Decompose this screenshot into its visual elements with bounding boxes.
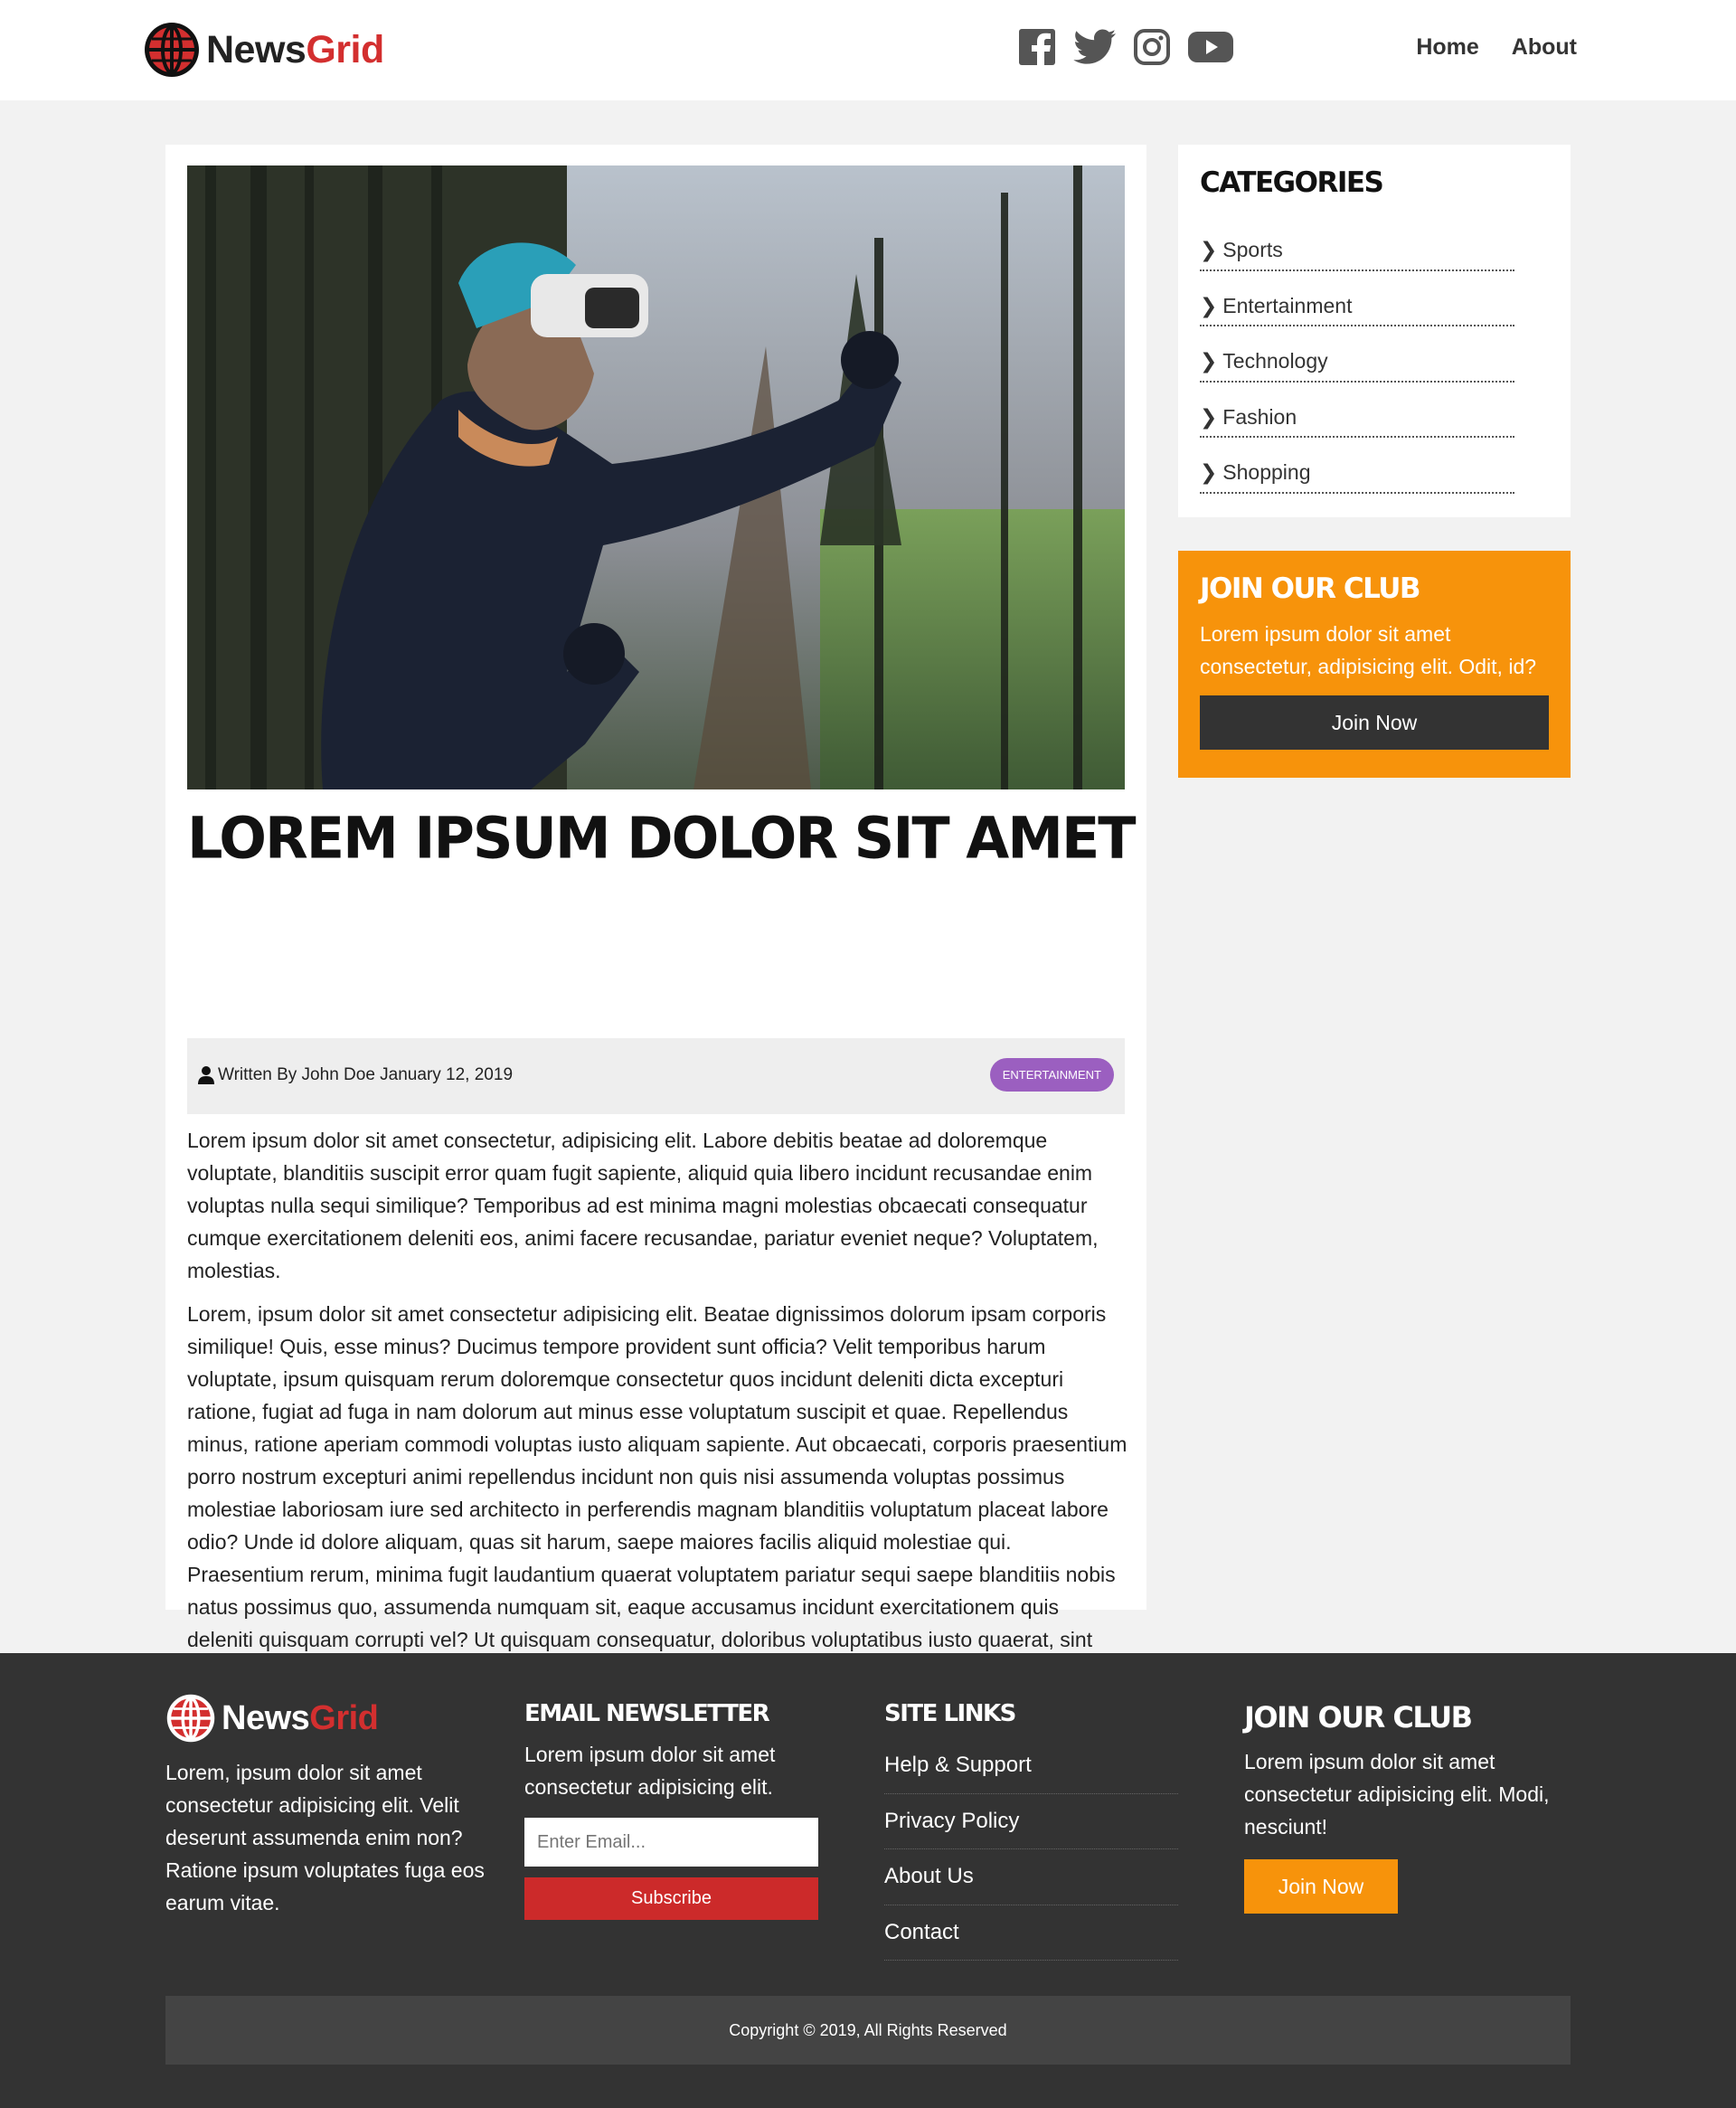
brand-name: NewsGrid	[206, 28, 384, 72]
youtube-icon[interactable]	[1187, 30, 1234, 64]
copyright-bar: Copyright © 2019, All Rights Reserved	[165, 1996, 1571, 2065]
globe-logo-icon	[166, 1694, 215, 1743]
club-heading: Join Our Club	[1200, 572, 1421, 605]
brand-part-grid: Grid	[306, 27, 384, 71]
category-label: Fashion	[1222, 404, 1297, 429]
join-now-button[interactable]: Join Now	[1200, 695, 1549, 750]
user-icon	[198, 1066, 214, 1084]
category-tag[interactable]: Entertainment	[989, 1058, 1114, 1092]
brand-part-news: News	[222, 1698, 310, 1737]
club-text: Lorem ipsum dolor sit amet consectetur, …	[1200, 622, 1537, 678]
facebook-icon[interactable]	[1017, 27, 1057, 67]
main-nav: Home About	[1416, 34, 1577, 61]
categories-list: ❯ Sports ❯ Entertainment ❯ Technology ❯ Fash…	[1200, 215, 1514, 494]
category-label: Entertainment	[1222, 293, 1353, 317]
nav-home-link[interactable]: Home	[1416, 34, 1478, 61]
category-item-technology[interactable]: ❯ Technology	[1200, 326, 1514, 383]
site-links-list: Help & Support Privacy Policy About Us C…	[884, 1738, 1178, 1961]
article-card: Lorem Ipsum Dolor Sit Amet Written By Jo…	[165, 145, 1146, 1716]
subscribe-button[interactable]: Subscribe	[524, 1877, 818, 1920]
footer-link-help[interactable]: Help & Support	[884, 1738, 1178, 1794]
site-logo[interactable]: NewsGrid	[143, 21, 384, 79]
chevron-right-icon: ❯	[1200, 293, 1218, 317]
footer-link-contact[interactable]: Contact	[884, 1905, 1178, 1961]
copyright-text: Copyright © 2019, All Rights Reserved	[729, 2020, 1007, 2039]
article-title: Lorem Ipsum Dolor Sit Amet	[187, 804, 1137, 872]
brand-part-grid: Grid	[309, 1698, 379, 1737]
author-text: Written By John Doe January 12, 2019	[218, 1065, 514, 1084]
categories-heading: Categories	[1200, 166, 1384, 199]
chevron-right-icon: ❯	[1200, 238, 1218, 262]
article-author: Written By John Doe January 12, 2019	[198, 1065, 513, 1085]
category-label: Sports	[1222, 238, 1283, 262]
footer-join-club: Join Our Club Lorem ipsum dolor sit amet…	[1244, 1700, 1574, 1914]
footer-about: NewsGrid Lorem, ipsum dolor sit amet con…	[165, 1693, 500, 1919]
footer-site-links: Site Links Help & Support Privacy Policy…	[884, 1700, 1183, 1961]
footer-brand-name: NewsGrid	[222, 1698, 379, 1738]
site-links-heading: Site Links	[884, 1700, 1016, 1727]
category-item-fashion[interactable]: ❯ Fashion	[1200, 383, 1514, 438]
site-footer: NewsGrid Lorem, ipsum dolor sit amet con…	[0, 1653, 1736, 2108]
chevron-right-icon: ❯	[1200, 349, 1218, 373]
article-paragraph: Lorem ipsum dolor sit amet consectetur, …	[187, 1129, 1099, 1282]
footer-newsletter: Email Newsletter Lorem ipsum dolor sit a…	[524, 1700, 832, 1920]
chevron-right-icon: ❯	[1200, 460, 1218, 485]
newsletter-heading: Email Newsletter	[524, 1700, 770, 1727]
globe-logo-icon	[145, 23, 199, 77]
footer-club-heading: Join Our Club	[1244, 1700, 1473, 1735]
twitter-icon[interactable]	[1073, 29, 1117, 65]
footer-link-about[interactable]: About Us	[884, 1849, 1178, 1905]
join-club-panel: Join Our Club Lorem ipsum dolor sit amet…	[1178, 551, 1571, 778]
article-meta: Written By John Doe January 12, 2019 Ent…	[187, 1038, 1125, 1114]
site-header: NewsGrid Home About	[0, 0, 1736, 100]
footer-club-text: Lorem ipsum dolor sit amet consectetur a…	[1244, 1750, 1550, 1839]
footer-about-text: Lorem, ipsum dolor sit amet consectetur …	[165, 1761, 485, 1914]
article-body: Lorem ipsum dolor sit amet consectetur, …	[187, 1124, 1127, 1732]
chevron-right-icon: ❯	[1200, 404, 1218, 429]
footer-link-privacy[interactable]: Privacy Policy	[884, 1794, 1178, 1849]
instagram-icon[interactable]	[1133, 28, 1171, 66]
category-item-entertainment[interactable]: ❯ Entertainment	[1200, 271, 1514, 326]
social-links	[1017, 27, 1234, 67]
newsletter-text: Lorem ipsum dolor sit amet consectetur a…	[524, 1743, 776, 1799]
email-input[interactable]	[524, 1818, 818, 1867]
category-item-sports[interactable]: ❯ Sports	[1200, 215, 1514, 271]
brand-part-news: News	[206, 27, 307, 71]
category-label: Technology	[1222, 349, 1328, 373]
category-item-shopping[interactable]: ❯ Shopping	[1200, 438, 1514, 494]
category-label: Shopping	[1222, 460, 1311, 485]
nav-about-link[interactable]: About	[1512, 34, 1577, 61]
article-hero-image	[187, 165, 1125, 789]
footer-logo[interactable]: NewsGrid	[165, 1693, 500, 1744]
categories-panel: Categories ❯ Sports ❯ Entertainment ❯ Techn…	[1178, 145, 1571, 517]
footer-join-now-button[interactable]: Join Now	[1244, 1859, 1398, 1914]
